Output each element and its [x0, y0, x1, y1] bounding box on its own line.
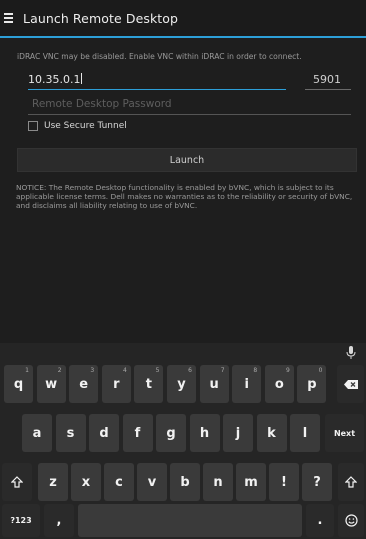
host-input[interactable]: 10.35.0.1	[28, 70, 286, 90]
key-hint: 1	[25, 367, 29, 374]
menu-icon[interactable]	[4, 9, 22, 27]
key[interactable]: l	[290, 414, 320, 452]
key[interactable]: o9	[264, 365, 294, 403]
key-label: f	[134, 425, 141, 441]
key-label: v	[147, 474, 157, 490]
key-label: z	[49, 474, 57, 490]
key[interactable]: k	[256, 414, 287, 452]
microphone-icon[interactable]	[346, 346, 356, 360]
shift-icon	[345, 476, 357, 488]
key-label: t	[145, 376, 152, 392]
key-label: c	[115, 474, 123, 490]
key-hint: 7	[220, 367, 225, 374]
shift-key-left[interactable]	[2, 463, 32, 501]
key[interactable]: w2	[36, 365, 66, 403]
key[interactable]: s	[55, 414, 86, 452]
key-label: q	[13, 376, 24, 392]
key-hint: 5	[155, 367, 160, 374]
key-label: b	[180, 474, 190, 490]
shift-key-right[interactable]	[338, 463, 364, 501]
app-title: Launch Remote Desktop	[23, 10, 179, 26]
key-label: n	[213, 474, 223, 490]
soft-keyboard: q1w2e3r4t5y6u7i8o9p0 asdfghjkl Next zxcv…	[0, 343, 366, 539]
vnc-disabled-notice: iDRAC VNC may be disabled. Enable VNC wi…	[17, 52, 302, 61]
port-input[interactable]: 5901	[305, 70, 351, 90]
key[interactable]: i8	[232, 365, 262, 403]
key[interactable]: u7	[199, 365, 229, 403]
key-hint: 0	[318, 367, 323, 374]
key-label: o	[274, 376, 284, 392]
key[interactable]: x	[71, 463, 101, 501]
key[interactable]: n	[203, 463, 233, 501]
app-bar: Launch Remote Desktop	[0, 0, 366, 38]
key-label: l	[302, 425, 308, 441]
key-label: h	[199, 425, 210, 441]
key-label: g	[166, 425, 176, 441]
key[interactable]: v	[137, 463, 167, 501]
key-label: i	[244, 376, 249, 392]
backspace-icon	[343, 379, 358, 389]
key-label: d	[99, 425, 109, 441]
key-label: !	[281, 474, 287, 490]
key[interactable]: p0	[297, 365, 327, 403]
key-label: k	[267, 425, 276, 441]
key-hint: 3	[90, 367, 95, 374]
host-value: 10.35.0.1	[28, 73, 81, 86]
key-hint: 4	[122, 367, 127, 374]
password-input[interactable]: Remote Desktop Password	[28, 95, 351, 115]
text-caret	[81, 73, 83, 84]
key[interactable]: q1	[4, 365, 33, 403]
key-label: ?	[313, 474, 321, 490]
key[interactable]: m	[236, 463, 266, 501]
secure-tunnel-checkbox[interactable]	[28, 121, 38, 131]
key-label: x	[81, 474, 91, 490]
key[interactable]: !	[269, 463, 299, 501]
suggestion-strip	[0, 343, 366, 363]
secure-tunnel-option[interactable]: Use Secure Tunnel	[28, 121, 127, 131]
period-key[interactable]: .	[306, 504, 334, 537]
key-hint: 6	[188, 367, 192, 374]
key-label: s	[66, 425, 75, 441]
key[interactable]: d	[89, 414, 119, 452]
emoji-key[interactable]	[338, 504, 364, 537]
key[interactable]: t5	[134, 365, 164, 403]
next-key[interactable]: Next	[325, 414, 364, 452]
smiley-icon	[344, 514, 358, 527]
key-label: y	[177, 376, 186, 392]
key[interactable]: j	[223, 414, 253, 452]
key-label: w	[45, 376, 58, 392]
comma-key[interactable]: ,	[44, 504, 74, 537]
key[interactable]: ?	[302, 463, 332, 501]
symbols-key[interactable]: ?123	[2, 504, 40, 537]
key[interactable]: h	[189, 414, 220, 452]
key-label: a	[32, 425, 42, 441]
key[interactable]: c	[104, 463, 134, 501]
key[interactable]: y6	[167, 365, 196, 403]
key-label: j	[235, 425, 241, 441]
backspace-key[interactable]	[337, 365, 364, 403]
key-label: e	[79, 376, 89, 392]
key-hint: 2	[57, 367, 62, 374]
key-hint: 8	[253, 367, 258, 374]
secure-tunnel-label: Use Secure Tunnel	[44, 121, 127, 131]
key[interactable]: f	[122, 414, 153, 452]
license-notice: NOTICE: The Remote Desktop functionality…	[16, 183, 353, 210]
key-label: m	[244, 474, 258, 490]
key[interactable]: g	[156, 414, 186, 452]
key-hint: 9	[285, 367, 290, 374]
key[interactable]: e3	[69, 365, 99, 403]
key-label: p	[307, 376, 317, 392]
key-label: r	[113, 376, 120, 392]
key[interactable]: b	[170, 463, 200, 501]
key[interactable]: r4	[101, 365, 131, 403]
launch-button[interactable]: Launch	[17, 148, 357, 172]
space-key[interactable]	[78, 504, 302, 537]
key[interactable]: z	[38, 463, 68, 501]
key[interactable]: a	[22, 414, 52, 452]
key-label: u	[209, 376, 219, 392]
shift-icon	[11, 476, 23, 488]
